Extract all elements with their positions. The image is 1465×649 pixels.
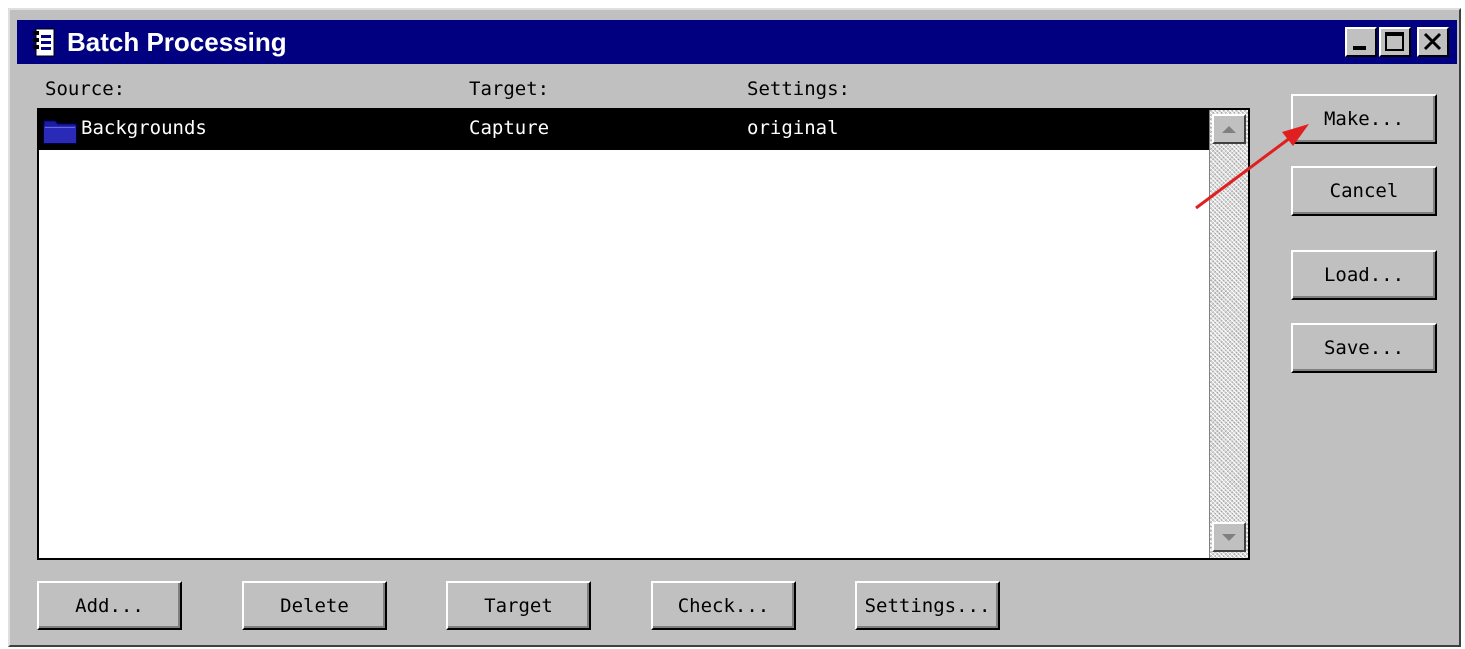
column-header-settings: Settings: <box>747 78 850 100</box>
row-target: Capture <box>469 117 550 139</box>
scroll-up-button[interactable] <box>1212 114 1246 144</box>
make-button[interactable]: Make... <box>1291 94 1437 144</box>
cancel-button[interactable]: Cancel <box>1291 166 1437 216</box>
close-button[interactable] <box>1417 27 1449 57</box>
maximize-icon <box>1385 32 1404 51</box>
batch-list[interactable] <box>37 108 1250 560</box>
folder-icon <box>43 120 77 144</box>
load-button[interactable]: Load... <box>1291 250 1437 300</box>
column-header-target: Target: <box>469 78 550 100</box>
check-button[interactable]: Check... <box>651 581 796 630</box>
add-button[interactable]: Add... <box>37 581 182 630</box>
scroll-down-button[interactable] <box>1212 522 1246 552</box>
save-button[interactable]: Save... <box>1291 323 1437 373</box>
maximize-button[interactable] <box>1379 27 1411 57</box>
minimize-button[interactable] <box>1345 27 1377 57</box>
close-icon <box>1423 32 1442 51</box>
target-button[interactable]: Target <box>446 581 591 630</box>
application-icon <box>29 25 61 59</box>
scroll-down-icon <box>1222 534 1236 541</box>
minimize-icon <box>1353 46 1366 50</box>
list-row-selected[interactable]: Backgrounds Capture original <box>39 110 1209 150</box>
row-settings: original <box>747 117 839 139</box>
settings-button[interactable]: Settings... <box>855 581 1000 630</box>
vertical-scrollbar[interactable] <box>1209 110 1248 558</box>
column-header-source: Source: <box>45 78 126 100</box>
window-title: Batch Processing <box>67 27 287 57</box>
delete-button[interactable]: Delete <box>242 581 387 630</box>
scroll-up-icon <box>1222 126 1236 133</box>
row-source: Backgrounds <box>81 117 207 139</box>
